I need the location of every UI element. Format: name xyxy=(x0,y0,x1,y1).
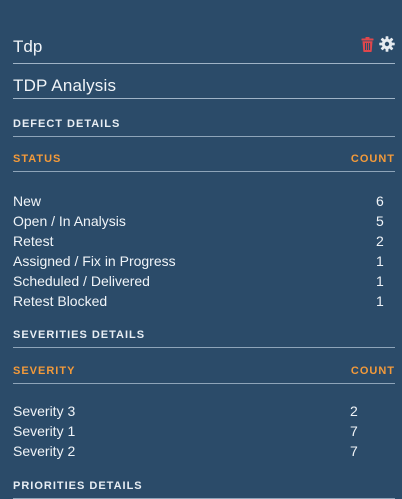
status-label: New xyxy=(13,193,42,209)
status-count: 1 xyxy=(376,273,384,289)
status-label: Retest Blocked xyxy=(13,293,108,309)
status-count: 5 xyxy=(376,213,384,229)
status-count: 1 xyxy=(376,293,384,309)
list-item: Severity 2 7 xyxy=(13,441,385,461)
status-label: Assigned / Fix in Progress xyxy=(13,253,176,269)
status-label: Open / In Analysis xyxy=(13,213,126,229)
list-item: New 6 xyxy=(13,191,385,211)
severity-count: 7 xyxy=(350,443,358,459)
severity-label: Severity 2 xyxy=(13,443,76,459)
list-item: Open / In Analysis 5 xyxy=(13,211,385,231)
status-count: 1 xyxy=(376,253,384,269)
column-header-severity: SEVERITY xyxy=(13,365,76,377)
severity-count: 2 xyxy=(350,403,358,419)
severity-label: Severity 3 xyxy=(13,403,76,419)
list-item: Scheduled / Delivered 1 xyxy=(13,271,385,291)
severity-count: 7 xyxy=(350,423,358,439)
section-title-text: SEVERITIES DETAILS xyxy=(13,329,146,341)
list-item: Retest 2 xyxy=(13,231,385,251)
list-item: Retest Blocked 1 xyxy=(13,291,385,311)
gear-icon[interactable] xyxy=(379,35,395,53)
severity-table-header: SEVERITY COUNT xyxy=(13,364,395,384)
section-title-priorities-details: PRIORITIES DETAILS xyxy=(13,479,395,499)
widget-header: Tdp xyxy=(13,28,395,64)
section-title-severities-details: SEVERITIES DETAILS xyxy=(13,328,395,348)
list-item: Severity 1 7 xyxy=(13,421,385,441)
analysis-header: TDP Analysis xyxy=(13,66,395,99)
column-header-count: COUNT xyxy=(350,365,395,377)
defect-status-list: New 6 Open / In Analysis 5 Retest 2 Assi… xyxy=(13,191,385,311)
tdp-widget-panel: Tdp TDP Analysis DEFECT DETAILS STATUS C… xyxy=(0,0,402,499)
list-item: Severity 3 2 xyxy=(13,401,385,421)
status-count: 2 xyxy=(376,233,384,249)
column-header-status: STATUS xyxy=(13,153,62,165)
severity-label: Severity 1 xyxy=(13,423,76,439)
column-header-count: COUNT xyxy=(350,153,395,165)
section-title-defect-details: DEFECT DETAILS xyxy=(13,117,395,137)
status-label: Scheduled / Delivered xyxy=(13,273,150,289)
status-label: Retest xyxy=(13,233,54,249)
analysis-title: TDP Analysis xyxy=(13,76,117,95)
defect-table-header: STATUS COUNT xyxy=(13,152,395,172)
widget-actions xyxy=(359,35,395,53)
list-item: Assigned / Fix in Progress 1 xyxy=(13,251,385,271)
section-title-text: PRIORITIES DETAILS xyxy=(13,480,143,492)
widget-title: Tdp xyxy=(13,37,43,56)
section-title-text: DEFECT DETAILS xyxy=(13,118,121,130)
severity-list: Severity 3 2 Severity 1 7 Severity 2 7 xyxy=(13,401,385,461)
status-count: 6 xyxy=(376,193,384,209)
trash-icon[interactable] xyxy=(359,35,375,53)
